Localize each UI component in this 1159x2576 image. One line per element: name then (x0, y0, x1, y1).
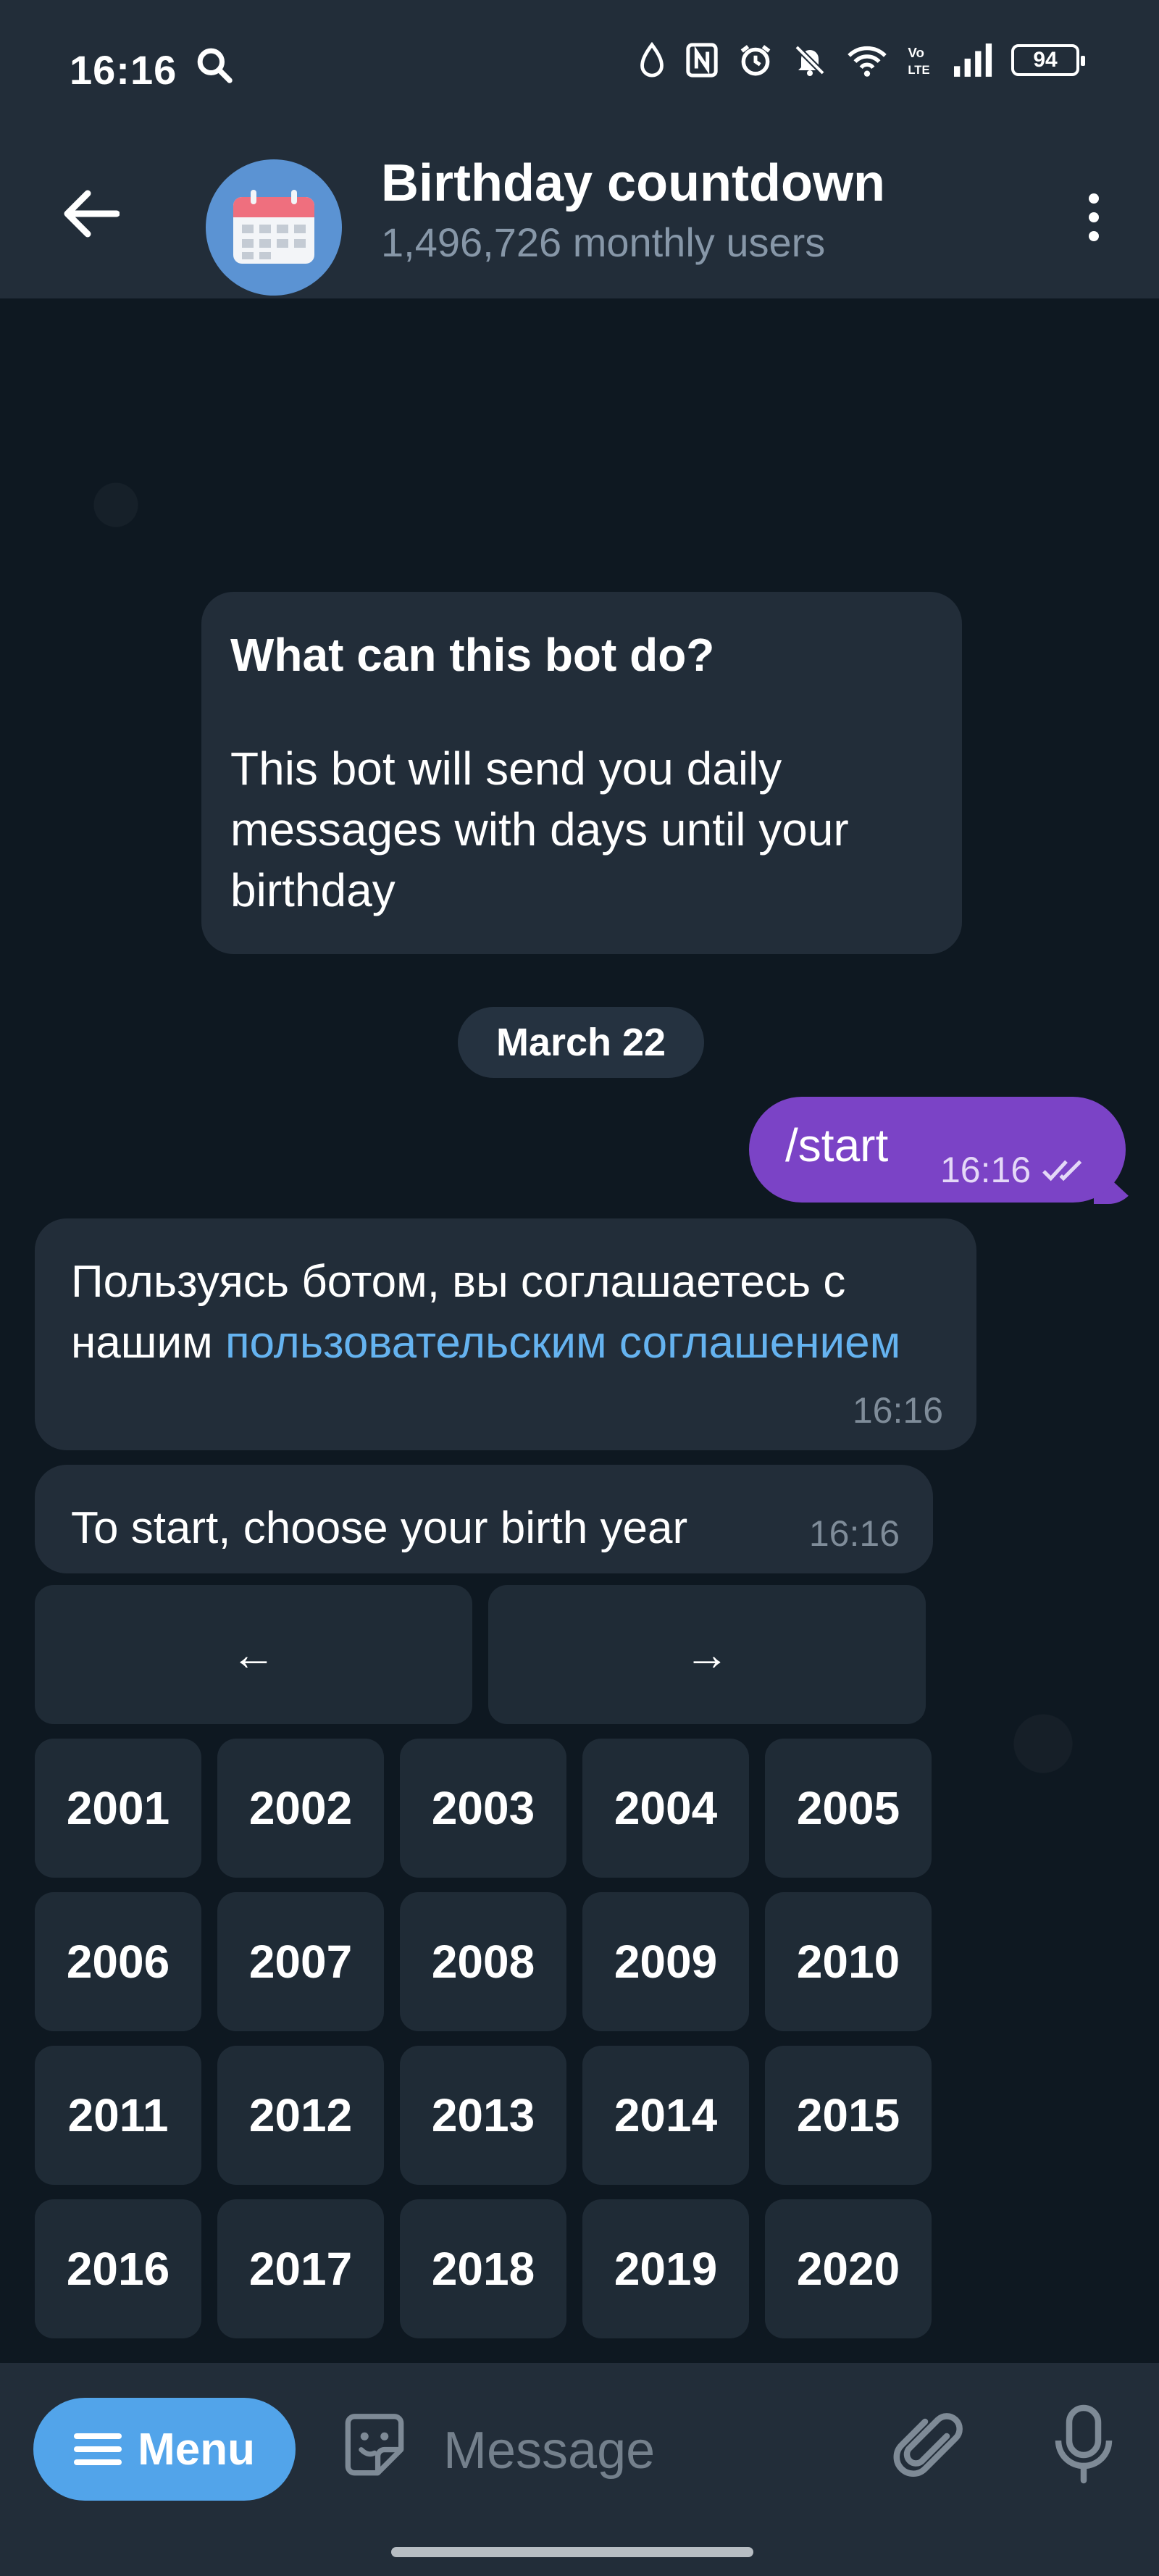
keyboard-nav-row: ← → (35, 1585, 926, 1724)
year-button[interactable]: 2014 (582, 2046, 749, 2185)
chat-header: Birthday countdown 1,496,726 monthly use… (0, 138, 1159, 298)
double-check-icon (1042, 1160, 1082, 1182)
status-icons: Vo LTE 94 (637, 42, 1085, 78)
attach-button[interactable] (885, 2404, 972, 2494)
nfc-icon (686, 43, 718, 78)
year-button[interactable]: 2003 (400, 1739, 566, 1878)
bot-info-description: This bot will send you daily messages wi… (230, 743, 849, 916)
more-menu-button[interactable] (1072, 181, 1116, 254)
year-button[interactable]: 2001 (35, 1739, 201, 1878)
arrow-left-icon (64, 190, 120, 238)
keyboard-row: 2001 2002 2003 2004 2005 (35, 1739, 932, 1878)
chat-subtitle: 1,496,726 monthly users (381, 219, 826, 265)
input-bar: Menu (0, 2363, 1159, 2576)
next-page-button[interactable]: → (488, 1585, 926, 1724)
keyboard-row: 2011 2012 2013 2014 2015 (35, 2046, 932, 2185)
prev-page-button[interactable]: ← (35, 1585, 472, 1724)
year-button[interactable]: 2016 (35, 2199, 201, 2338)
year-button[interactable]: 2006 (35, 1892, 201, 2031)
user-agreement-link[interactable]: пользовательским соглашением (225, 1318, 900, 1368)
sticker-button[interactable] (335, 2406, 414, 2490)
status-time: 16:16 (70, 47, 177, 93)
message-time: 16:16 (852, 1390, 943, 1431)
svg-text:Vo: Vo (908, 45, 924, 60)
outgoing-message[interactable]: /start 16:16 (749, 1097, 1126, 1203)
year-button[interactable]: 2013 (400, 2046, 566, 2185)
message-input[interactable] (443, 2411, 863, 2491)
status-bar: 16:16 Vo LTE 94 (0, 0, 1159, 138)
chat-area[interactable]: What can this bot do? This bot will send… (0, 298, 1159, 2363)
year-button[interactable]: 2012 (217, 2046, 384, 2185)
signal-icon (954, 43, 992, 77)
message-time: 16:16 (940, 1150, 1032, 1190)
chat-title[interactable]: Birthday countdown (381, 154, 885, 213)
dot-icon (1089, 231, 1099, 241)
menu-label: Menu (138, 2424, 255, 2475)
message-time: 16:16 (808, 1513, 900, 1554)
calendar-icon (233, 190, 314, 264)
alarm-icon (740, 45, 771, 76)
hamburger-icon (74, 2433, 122, 2465)
avatar[interactable] (206, 159, 342, 296)
keyboard-row: 2016 2017 2018 2019 2020 (35, 2199, 932, 2338)
dot-icon (1089, 193, 1099, 204)
year-button[interactable]: 2019 (582, 2199, 749, 2338)
menu-button[interactable]: Menu (33, 2398, 296, 2501)
message-text: Пользуясь ботом, вы соглашаетесь с нашим… (71, 1252, 940, 1373)
year-button[interactable]: 2020 (765, 2199, 932, 2338)
paperclip-icon (893, 2413, 963, 2477)
bot-info-title: What can this bot do? (230, 629, 715, 681)
year-button[interactable]: 2005 (765, 1739, 932, 1878)
volte-icon: Vo LTE (908, 45, 929, 77)
incoming-message[interactable]: Пользуясь ботом, вы соглашаетесь с нашим… (35, 1218, 976, 1450)
bot-info-bubble: What can this bot do? This bot will send… (201, 592, 962, 954)
keyboard-row: 2006 2007 2008 2009 2010 (35, 1892, 932, 2031)
microphone-icon (1055, 2404, 1113, 2484)
year-button[interactable]: 2011 (35, 2046, 201, 2185)
year-button[interactable]: 2008 (400, 1892, 566, 2031)
dot-icon (1089, 212, 1099, 222)
year-button[interactable]: 2015 (765, 2046, 932, 2185)
drop-icon (640, 42, 664, 78)
year-button[interactable]: 2007 (217, 1892, 384, 2031)
back-button[interactable] (58, 181, 123, 246)
home-indicator[interactable] (391, 2547, 753, 2557)
date-chip: March 22 (458, 1007, 704, 1078)
year-button[interactable]: 2004 (582, 1739, 749, 1878)
year-button[interactable]: 2017 (217, 2199, 384, 2338)
year-button[interactable]: 2018 (400, 2199, 566, 2338)
year-button[interactable]: 2002 (217, 1739, 384, 1878)
battery-icon: 94 (1011, 44, 1085, 76)
svg-text:LTE: LTE (908, 63, 929, 77)
message-meta: 16:16 (940, 1149, 1092, 1191)
message-text: /start (785, 1119, 889, 1171)
year-button[interactable]: 2009 (582, 1892, 749, 2031)
sticker-icon (345, 2414, 404, 2476)
mic-button[interactable] (1047, 2401, 1120, 2491)
incoming-message[interactable]: To start, choose your birth year 16:16 (35, 1465, 933, 1573)
mute-icon (795, 45, 825, 76)
wifi-icon (848, 46, 887, 77)
year-button[interactable]: 2010 (765, 1892, 932, 2031)
message-text: To start, choose your birth year (71, 1503, 688, 1553)
search-icon (194, 45, 235, 89)
